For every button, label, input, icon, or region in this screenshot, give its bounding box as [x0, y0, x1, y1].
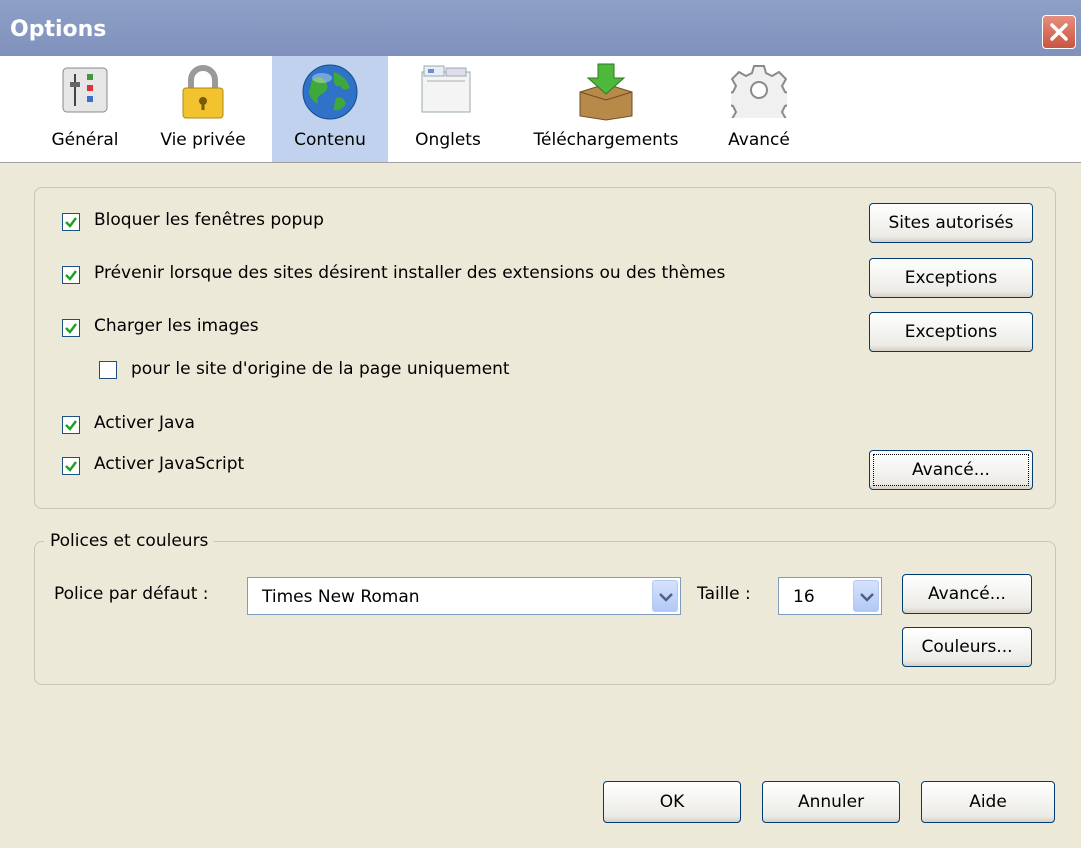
tab-advanced[interactable]: Avancé — [712, 56, 806, 162]
font-size-value: 16 — [793, 587, 815, 607]
exceptions-images-button[interactable]: Exceptions — [869, 312, 1033, 352]
padlock-icon — [182, 65, 224, 119]
checkmark-icon — [65, 217, 77, 228]
tab-label: Contenu — [294, 130, 366, 150]
close-icon — [1050, 23, 1068, 41]
help-button[interactable]: Aide — [921, 781, 1055, 823]
fonts-colors-legend: Polices et couleurs — [44, 531, 215, 551]
download-box-icon — [579, 63, 633, 121]
enable-java-label: Activer Java — [94, 413, 195, 433]
dropdown-arrow[interactable] — [853, 580, 879, 612]
tab-label: Onglets — [415, 130, 481, 150]
tab-label: Téléchargements — [533, 130, 679, 150]
block-popups-label: Bloquer les fenêtres popup — [94, 210, 324, 230]
chevron-down-icon — [659, 593, 673, 602]
origin-only-label: pour le site d'origine de la page unique… — [131, 359, 510, 379]
tab-content[interactable]: Contenu — [272, 56, 388, 162]
cancel-button[interactable]: Annuler — [762, 781, 900, 823]
tab-downloads[interactable]: Téléchargements — [508, 56, 704, 162]
general-settings-icon — [62, 67, 108, 113]
checkmark-icon — [65, 323, 77, 334]
block-popups-checkbox[interactable] — [62, 213, 80, 231]
tab-tabs[interactable]: Onglets — [398, 56, 498, 162]
ok-button[interactable]: OK — [603, 781, 741, 823]
chevron-down-icon — [860, 593, 874, 602]
tab-label: Général — [51, 130, 119, 150]
load-images-checkbox[interactable] — [62, 319, 80, 337]
tab-label: Avancé — [728, 130, 790, 150]
default-font-label: Police par défaut : — [54, 584, 209, 604]
enable-java-checkbox[interactable] — [62, 416, 80, 434]
globe-icon — [302, 64, 358, 120]
origin-only-checkbox[interactable] — [99, 361, 117, 379]
tab-label: Vie privée — [160, 130, 246, 150]
load-images-label: Charger les images — [94, 316, 259, 336]
enable-js-checkbox[interactable] — [62, 457, 80, 475]
close-button[interactable] — [1042, 15, 1076, 49]
fonts-advanced-button[interactable]: Avancé... — [902, 574, 1032, 614]
gear-icon — [731, 65, 787, 118]
warn-install-checkbox[interactable] — [62, 266, 80, 284]
tabs-icon — [421, 65, 471, 113]
colors-button[interactable]: Couleurs... — [902, 627, 1032, 667]
tab-privacy[interactable]: Vie privée — [144, 56, 262, 162]
pane-toolbar: Général Vie privée Contenu Onglets Téléc… — [0, 56, 1081, 163]
tab-general[interactable]: Général — [36, 56, 134, 162]
title-bar: Options — [0, 0, 1081, 64]
exceptions-install-button[interactable]: Exceptions — [869, 258, 1033, 298]
checkmark-icon — [65, 270, 77, 281]
default-font-value: Times New Roman — [262, 587, 420, 607]
window-title: Options — [10, 17, 107, 42]
enable-js-label: Activer JavaScript — [94, 454, 245, 474]
checkmark-icon — [65, 420, 77, 431]
warn-install-label: Prévenir lorsque des sites désirent inst… — [94, 263, 726, 283]
allowed-sites-button[interactable]: Sites autorisés — [869, 203, 1033, 243]
dropdown-arrow[interactable] — [652, 580, 678, 612]
font-size-label: Taille : — [697, 584, 751, 604]
js-advanced-button[interactable]: Avancé... — [869, 450, 1033, 490]
default-font-select[interactable]: Times New Roman — [247, 577, 681, 615]
checkmark-icon — [65, 461, 77, 472]
font-size-select[interactable]: 16 — [778, 577, 882, 615]
